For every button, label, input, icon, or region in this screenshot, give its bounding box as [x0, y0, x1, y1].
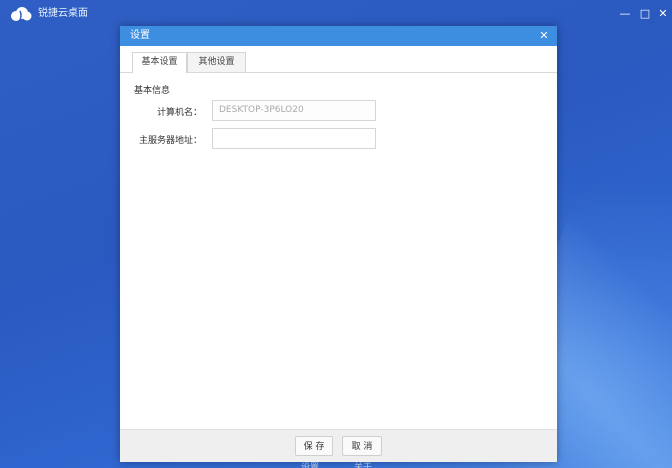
app-title: 锐捷云桌面: [38, 8, 88, 19]
settings-dialog: 设置 ✕ 基本设置 其他设置 基本信息 计算机名： DESKTOP-3P6LO2…: [120, 26, 557, 462]
tab-other-settings[interactable]: 其他设置: [187, 52, 246, 72]
cloud-logo-icon: [11, 7, 32, 21]
server-address-label: 主服务器地址：: [138, 136, 202, 146]
maximize-icon: □: [639, 7, 651, 20]
close-icon: ✕: [658, 7, 668, 20]
close-icon: ✕: [539, 29, 549, 42]
minimize-button[interactable]: —: [617, 6, 633, 22]
server-address-field[interactable]: [212, 128, 376, 149]
computer-name-field[interactable]: DESKTOP-3P6LO20: [212, 100, 376, 121]
dialog-footer: 保 存 取 消: [120, 429, 557, 462]
desktop-background: 锐捷云桌面 — □ ✕ 设置 关于 设置 ✕ 基本设置 其他设置 基本信息 计算…: [0, 0, 672, 468]
tab-basic-settings[interactable]: 基本设置: [132, 52, 187, 73]
dialog-header: 设置 ✕: [120, 26, 557, 46]
cancel-button[interactable]: 取 消: [342, 436, 382, 456]
dialog-title: 设置: [130, 30, 150, 41]
dialog-close-button[interactable]: ✕: [537, 28, 551, 44]
tab-strip: 基本设置 其他设置: [120, 46, 557, 73]
section-title-basic-info: 基本信息: [134, 86, 171, 96]
save-button[interactable]: 保 存: [295, 436, 333, 456]
computer-name-label: 计算机名：: [156, 108, 202, 118]
app-title-bar: 锐捷云桌面 — □ ✕: [0, 0, 672, 28]
maximize-button[interactable]: □: [637, 6, 653, 22]
close-button[interactable]: ✕: [655, 6, 671, 22]
minimize-icon: —: [619, 7, 631, 20]
